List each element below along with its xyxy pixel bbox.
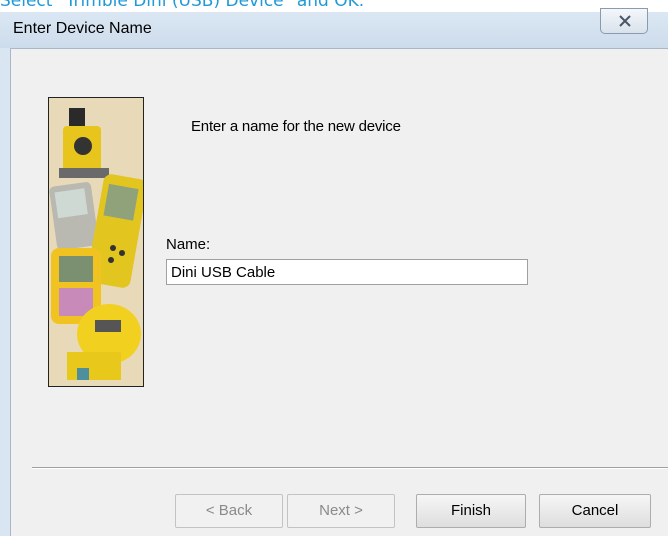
prompt-text: Enter a name for the new device (191, 118, 401, 135)
next-button[interactable]: Next > (287, 494, 395, 528)
cancel-button[interactable]: Cancel (539, 494, 651, 528)
title-bar[interactable]: Enter Device Name (0, 8, 668, 48)
device-name-input[interactable] (166, 259, 528, 285)
back-button[interactable]: < Back (175, 494, 283, 528)
separator (32, 467, 668, 469)
close-icon (619, 15, 631, 27)
device-collage-image (48, 97, 144, 387)
dialog-body: Enter a name for the new device Name: < … (10, 48, 668, 536)
close-button[interactable] (600, 8, 648, 34)
finish-button[interactable]: Finish (416, 494, 526, 528)
name-label: Name: (166, 236, 211, 253)
window-title: Enter Device Name (13, 20, 152, 37)
dialog-window: Enter Device Name Enter a name for the n… (0, 8, 668, 536)
